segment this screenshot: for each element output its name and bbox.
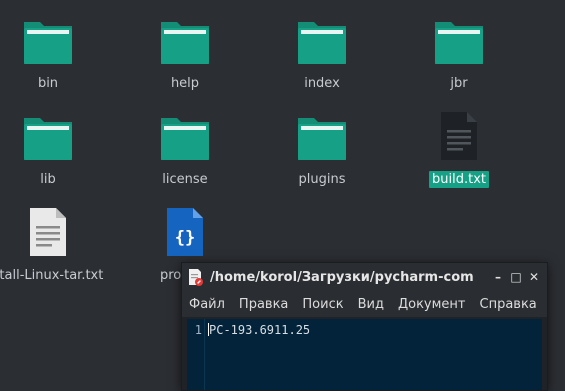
file-label: plugins xyxy=(298,172,346,187)
text-file-icon xyxy=(433,110,485,160)
folder-plugins[interactable]: plugins xyxy=(266,96,378,192)
text-editor-window: /home/korol/Загрузки/pycharm-com – □ ✕ Ф… xyxy=(181,262,548,391)
folder-icon xyxy=(22,112,74,162)
menu-document[interactable]: Документ xyxy=(391,297,473,312)
editor-text-area[interactable]: 1 PC-193.6911.25 xyxy=(187,319,542,390)
text-editor-app-icon xyxy=(186,268,204,286)
file-label-selected: build.txt xyxy=(403,171,515,188)
line-number-gutter: 1 xyxy=(187,319,205,390)
file-label: lib xyxy=(40,172,56,187)
folder-jbr[interactable]: jbr xyxy=(403,0,515,96)
folder-help[interactable]: help xyxy=(129,0,241,96)
maximize-button[interactable]: □ xyxy=(507,268,525,286)
minimize-button[interactable]: – xyxy=(489,268,507,286)
folder-icon xyxy=(22,16,74,66)
editor-content-text: PC-193.6911.25 xyxy=(209,323,311,337)
folder-index[interactable]: index xyxy=(266,0,378,96)
file-label: license xyxy=(162,172,208,187)
folder-lib[interactable]: lib xyxy=(0,96,104,192)
folder-icon xyxy=(296,16,348,66)
editor-content-line: PC-193.6911.25 xyxy=(208,323,310,337)
folder-icon xyxy=(296,112,348,162)
editor-title: /home/korol/Загрузки/pycharm-com xyxy=(210,269,474,285)
menu-edit[interactable]: Правка xyxy=(232,297,295,312)
file-label: index xyxy=(304,76,340,91)
folder-bin[interactable]: bin xyxy=(0,0,104,96)
menu-search[interactable]: Поиск xyxy=(295,297,350,312)
file-build-txt[interactable]: build.txt xyxy=(403,96,515,192)
menu-view[interactable]: Вид xyxy=(351,297,391,312)
svg-text:{}: {} xyxy=(175,228,195,248)
folder-icon xyxy=(159,16,211,66)
editor-titlebar[interactable]: /home/korol/Загрузки/pycharm-com – □ ✕ xyxy=(182,263,547,291)
close-button[interactable]: ✕ xyxy=(525,268,543,286)
file-label: stall-Linux-tar.txt xyxy=(0,268,104,283)
menu-help[interactable]: Справка xyxy=(473,297,544,312)
file-label: jbr xyxy=(450,76,468,91)
folder-icon xyxy=(159,112,211,162)
folder-license[interactable]: license xyxy=(129,96,241,192)
text-file-icon xyxy=(22,206,74,256)
file-label: help xyxy=(170,76,200,91)
folder-icon xyxy=(433,16,485,66)
file-install-linux-tar[interactable]: stall-Linux-tar.txt xyxy=(0,192,104,288)
line-number: 1 xyxy=(194,323,202,337)
editor-menubar: Файл Правка Поиск Вид Документ Справка xyxy=(182,291,547,317)
menu-file[interactable]: Файл xyxy=(182,297,232,312)
json-file-icon: {} xyxy=(159,206,211,256)
file-label: bin xyxy=(37,76,59,91)
